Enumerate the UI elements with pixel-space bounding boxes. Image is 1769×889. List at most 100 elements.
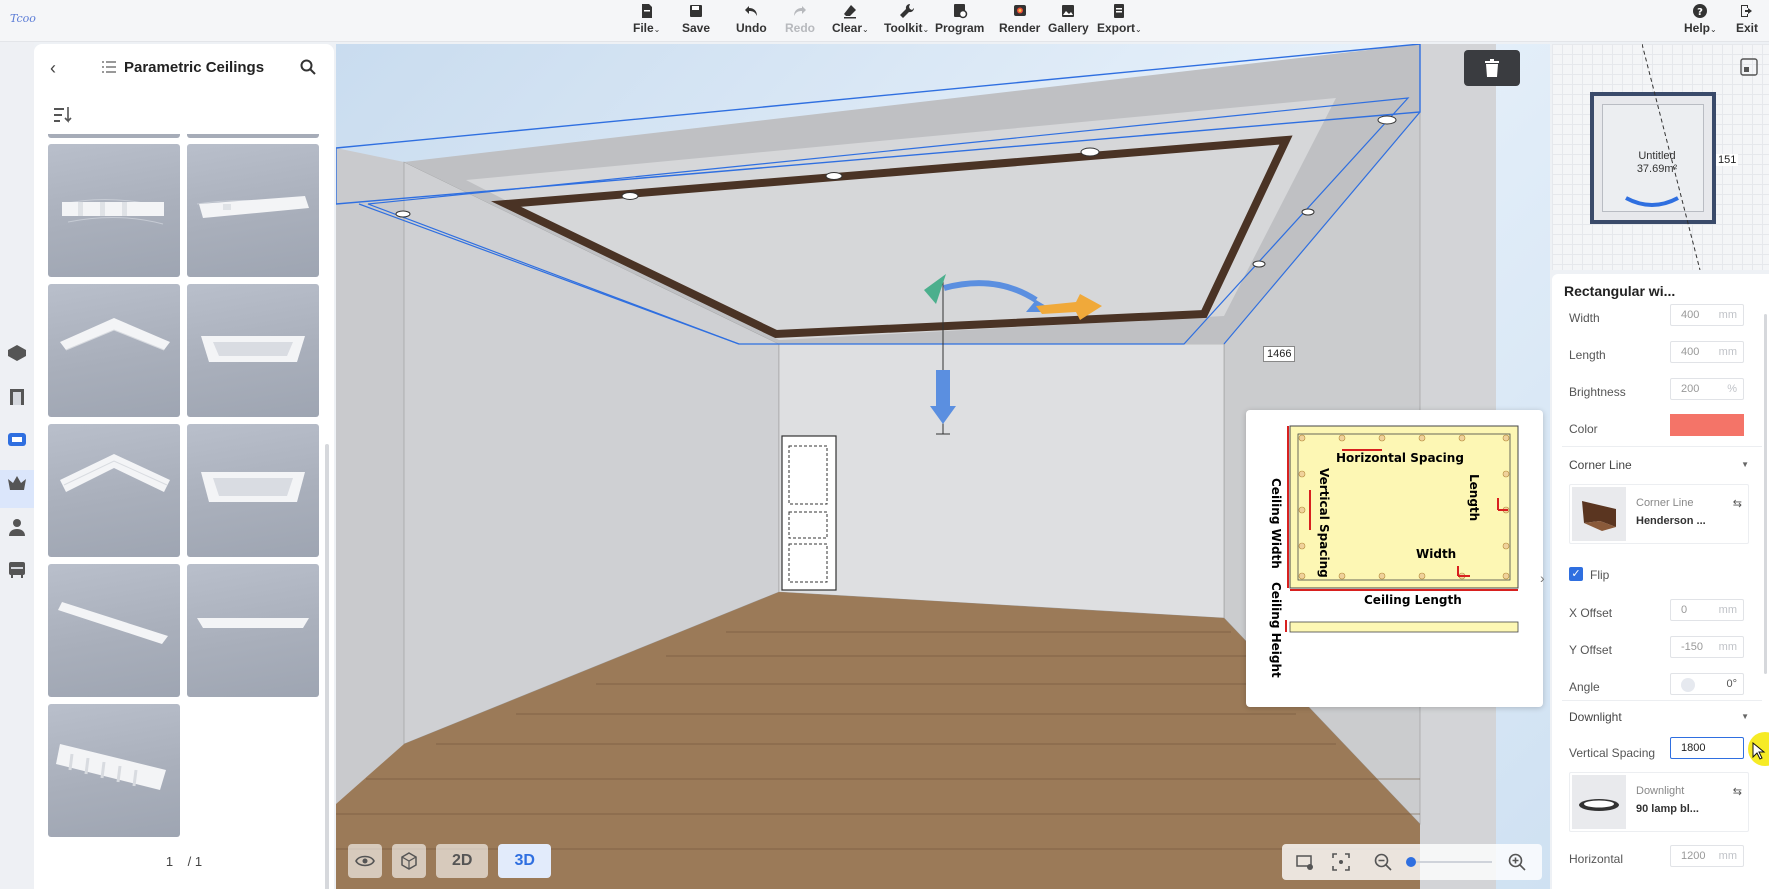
app-logo: Tcoo <box>10 12 36 25</box>
list-icon[interactable] <box>102 60 116 74</box>
save-button[interactable]: Save <box>682 3 710 39</box>
horizontal-spacing-field[interactable]: 1200 mm <box>1670 845 1744 867</box>
zoom-slider-handle[interactable] <box>1406 857 1416 867</box>
divider <box>1562 446 1762 447</box>
svg-text:?: ? <box>1697 7 1703 18</box>
diagram-length: Length <box>1467 474 1481 521</box>
eraser-icon <box>844 5 857 19</box>
fit-view-icon[interactable] <box>1332 853 1350 871</box>
color-swatch[interactable] <box>1670 414 1744 436</box>
top-toolbar: Tcoo File⌄ Save Undo Redo Clear⌄ Toolkit… <box>0 0 1769 42</box>
ceiling-thumbnail[interactable] <box>48 144 180 277</box>
sort-icon[interactable] <box>52 104 74 126</box>
wrench-icon <box>899 3 914 19</box>
redo-icon <box>794 6 806 16</box>
gallery-button[interactable]: Gallery <box>1048 3 1089 39</box>
length-field[interactable]: 400 mm <box>1670 341 1744 363</box>
floorplan-icon[interactable] <box>6 342 28 364</box>
corner-line-section[interactable]: Corner Line ▼ <box>1569 458 1749 472</box>
properties-title: Rectangular wi... <box>1564 283 1676 299</box>
ceiling-icon[interactable] <box>6 428 28 450</box>
thumbnail-partial <box>48 134 180 138</box>
user-icon[interactable] <box>6 516 28 538</box>
catalog-panel: ‹ Parametric Ceilings 1 / 1 <box>34 44 334 889</box>
category-rail <box>0 42 34 889</box>
door-icon[interactable] <box>6 386 28 408</box>
panel-title: Parametric Ceilings <box>124 59 265 76</box>
zoom-in-icon[interactable] <box>1508 853 1526 871</box>
render-button[interactable]: Render <box>999 3 1040 39</box>
brightness-field[interactable]: 200 % <box>1670 378 1744 400</box>
camera-arc-icon[interactable] <box>1622 194 1682 214</box>
diagram-ceiling-width: Ceiling Width <box>1269 478 1283 569</box>
search-icon[interactable] <box>300 59 316 75</box>
diagram-ceiling-height: Ceiling Height <box>1269 582 1283 678</box>
file-icon <box>641 4 652 18</box>
ceiling-thumbnail[interactable] <box>187 564 319 697</box>
downlight-material-card[interactable]: Downlight 90 lamp bl... ⇆ <box>1569 772 1749 832</box>
y-offset-field[interactable]: -150 mm <box>1670 636 1744 658</box>
ceiling-diagram-popup: Horizontal Spacing Length Vertical Spaci… <box>1246 410 1543 707</box>
ceiling-thumbnail[interactable] <box>48 284 180 417</box>
help-menu-button[interactable]: ? Help⌄ <box>1684 3 1717 39</box>
ceiling-thumbnail[interactable] <box>48 424 180 557</box>
camera-settings-icon[interactable] <box>1296 853 1314 871</box>
file-menu-button[interactable]: File⌄ <box>633 3 660 39</box>
visibility-toggle[interactable] <box>348 844 382 878</box>
swap-icon[interactable]: ⇆ <box>1733 497 1742 510</box>
diagram-horizontal-spacing: Horizontal Spacing <box>1336 451 1464 465</box>
help-icon: ? <box>1693 4 1708 18</box>
toolkit-menu-button[interactable]: Toolkit⌄ <box>884 3 929 39</box>
room-dimension-label: 151 <box>1716 154 1739 166</box>
swap-icon[interactable]: ⇆ <box>1733 785 1742 798</box>
downlight-thumbnail <box>1572 775 1626 829</box>
angle-dial-icon[interactable] <box>1681 678 1695 692</box>
collapse-arrow-icon[interactable]: › <box>1540 570 1545 586</box>
zoom-slider-track[interactable] <box>1408 861 1492 863</box>
ceiling-thumbnail[interactable] <box>187 144 319 277</box>
cursor-icon <box>1752 742 1766 760</box>
layers-icon[interactable] <box>1740 58 1758 76</box>
ceiling-thumbnail[interactable] <box>187 284 319 417</box>
redo-button[interactable]: Redo <box>785 3 815 39</box>
cube-icon <box>401 852 417 870</box>
width-field[interactable]: 400 mm <box>1670 304 1744 326</box>
crown-icon[interactable] <box>6 472 28 494</box>
x-offset-label: X Offset <box>1569 606 1613 620</box>
thumbnail-partial <box>187 134 319 138</box>
clear-menu-button[interactable]: Clear⌄ <box>832 3 869 39</box>
ceiling-thumbnail[interactable] <box>187 424 319 557</box>
export-menu-button[interactable]: Export⌄ <box>1097 3 1142 39</box>
angle-field[interactable]: 0° <box>1670 673 1744 695</box>
downlight-section[interactable]: Downlight ▼ <box>1569 710 1749 724</box>
program-button[interactable]: Program <box>935 3 984 39</box>
ceiling-thumbnail[interactable] <box>48 704 180 837</box>
corner-line-material-card[interactable]: Corner Line Henderson ... ⇆ <box>1569 484 1749 544</box>
render-icon <box>1013 5 1026 16</box>
vertical-spacing-field[interactable]: 1800 <box>1670 737 1744 759</box>
3d-viewport[interactable]: 1466 Horizontal Spacing Length Vertical … <box>336 44 1550 889</box>
zoom-controls <box>1282 844 1542 880</box>
x-offset-field[interactable]: 0 mm <box>1670 599 1744 621</box>
zoom-out-icon[interactable] <box>1374 853 1392 871</box>
angle-label: Angle <box>1569 680 1600 694</box>
back-chevron-icon[interactable]: ‹ <box>50 58 56 79</box>
exit-button[interactable]: Exit <box>1736 3 1758 39</box>
undo-button[interactable]: Undo <box>736 3 767 39</box>
ceiling-thumbnail[interactable] <box>48 564 180 697</box>
delete-button[interactable] <box>1464 50 1520 86</box>
corner-line-thumbnail <box>1572 487 1626 541</box>
cube-view-button[interactable] <box>392 844 426 878</box>
cabinet-icon[interactable] <box>6 558 28 580</box>
tab-3d[interactable]: 3D <box>498 844 551 878</box>
height-dimension-label[interactable]: 1466 <box>1263 346 1296 362</box>
panel-scrollbar[interactable] <box>325 444 329 889</box>
properties-scrollbar[interactable] <box>1764 314 1767 674</box>
flip-checkbox[interactable]: ✓ <box>1569 567 1583 581</box>
chevron-down-icon: ▼ <box>1741 712 1749 721</box>
brightness-label: Brightness <box>1569 385 1626 399</box>
tab-2d[interactable]: 2D <box>436 844 489 878</box>
diagram-ceiling-length: Ceiling Length <box>1364 593 1462 607</box>
diagram-width: Width <box>1416 547 1456 561</box>
properties-panel: Rectangular wi... Width 400 mm Length 40… <box>1552 274 1769 889</box>
